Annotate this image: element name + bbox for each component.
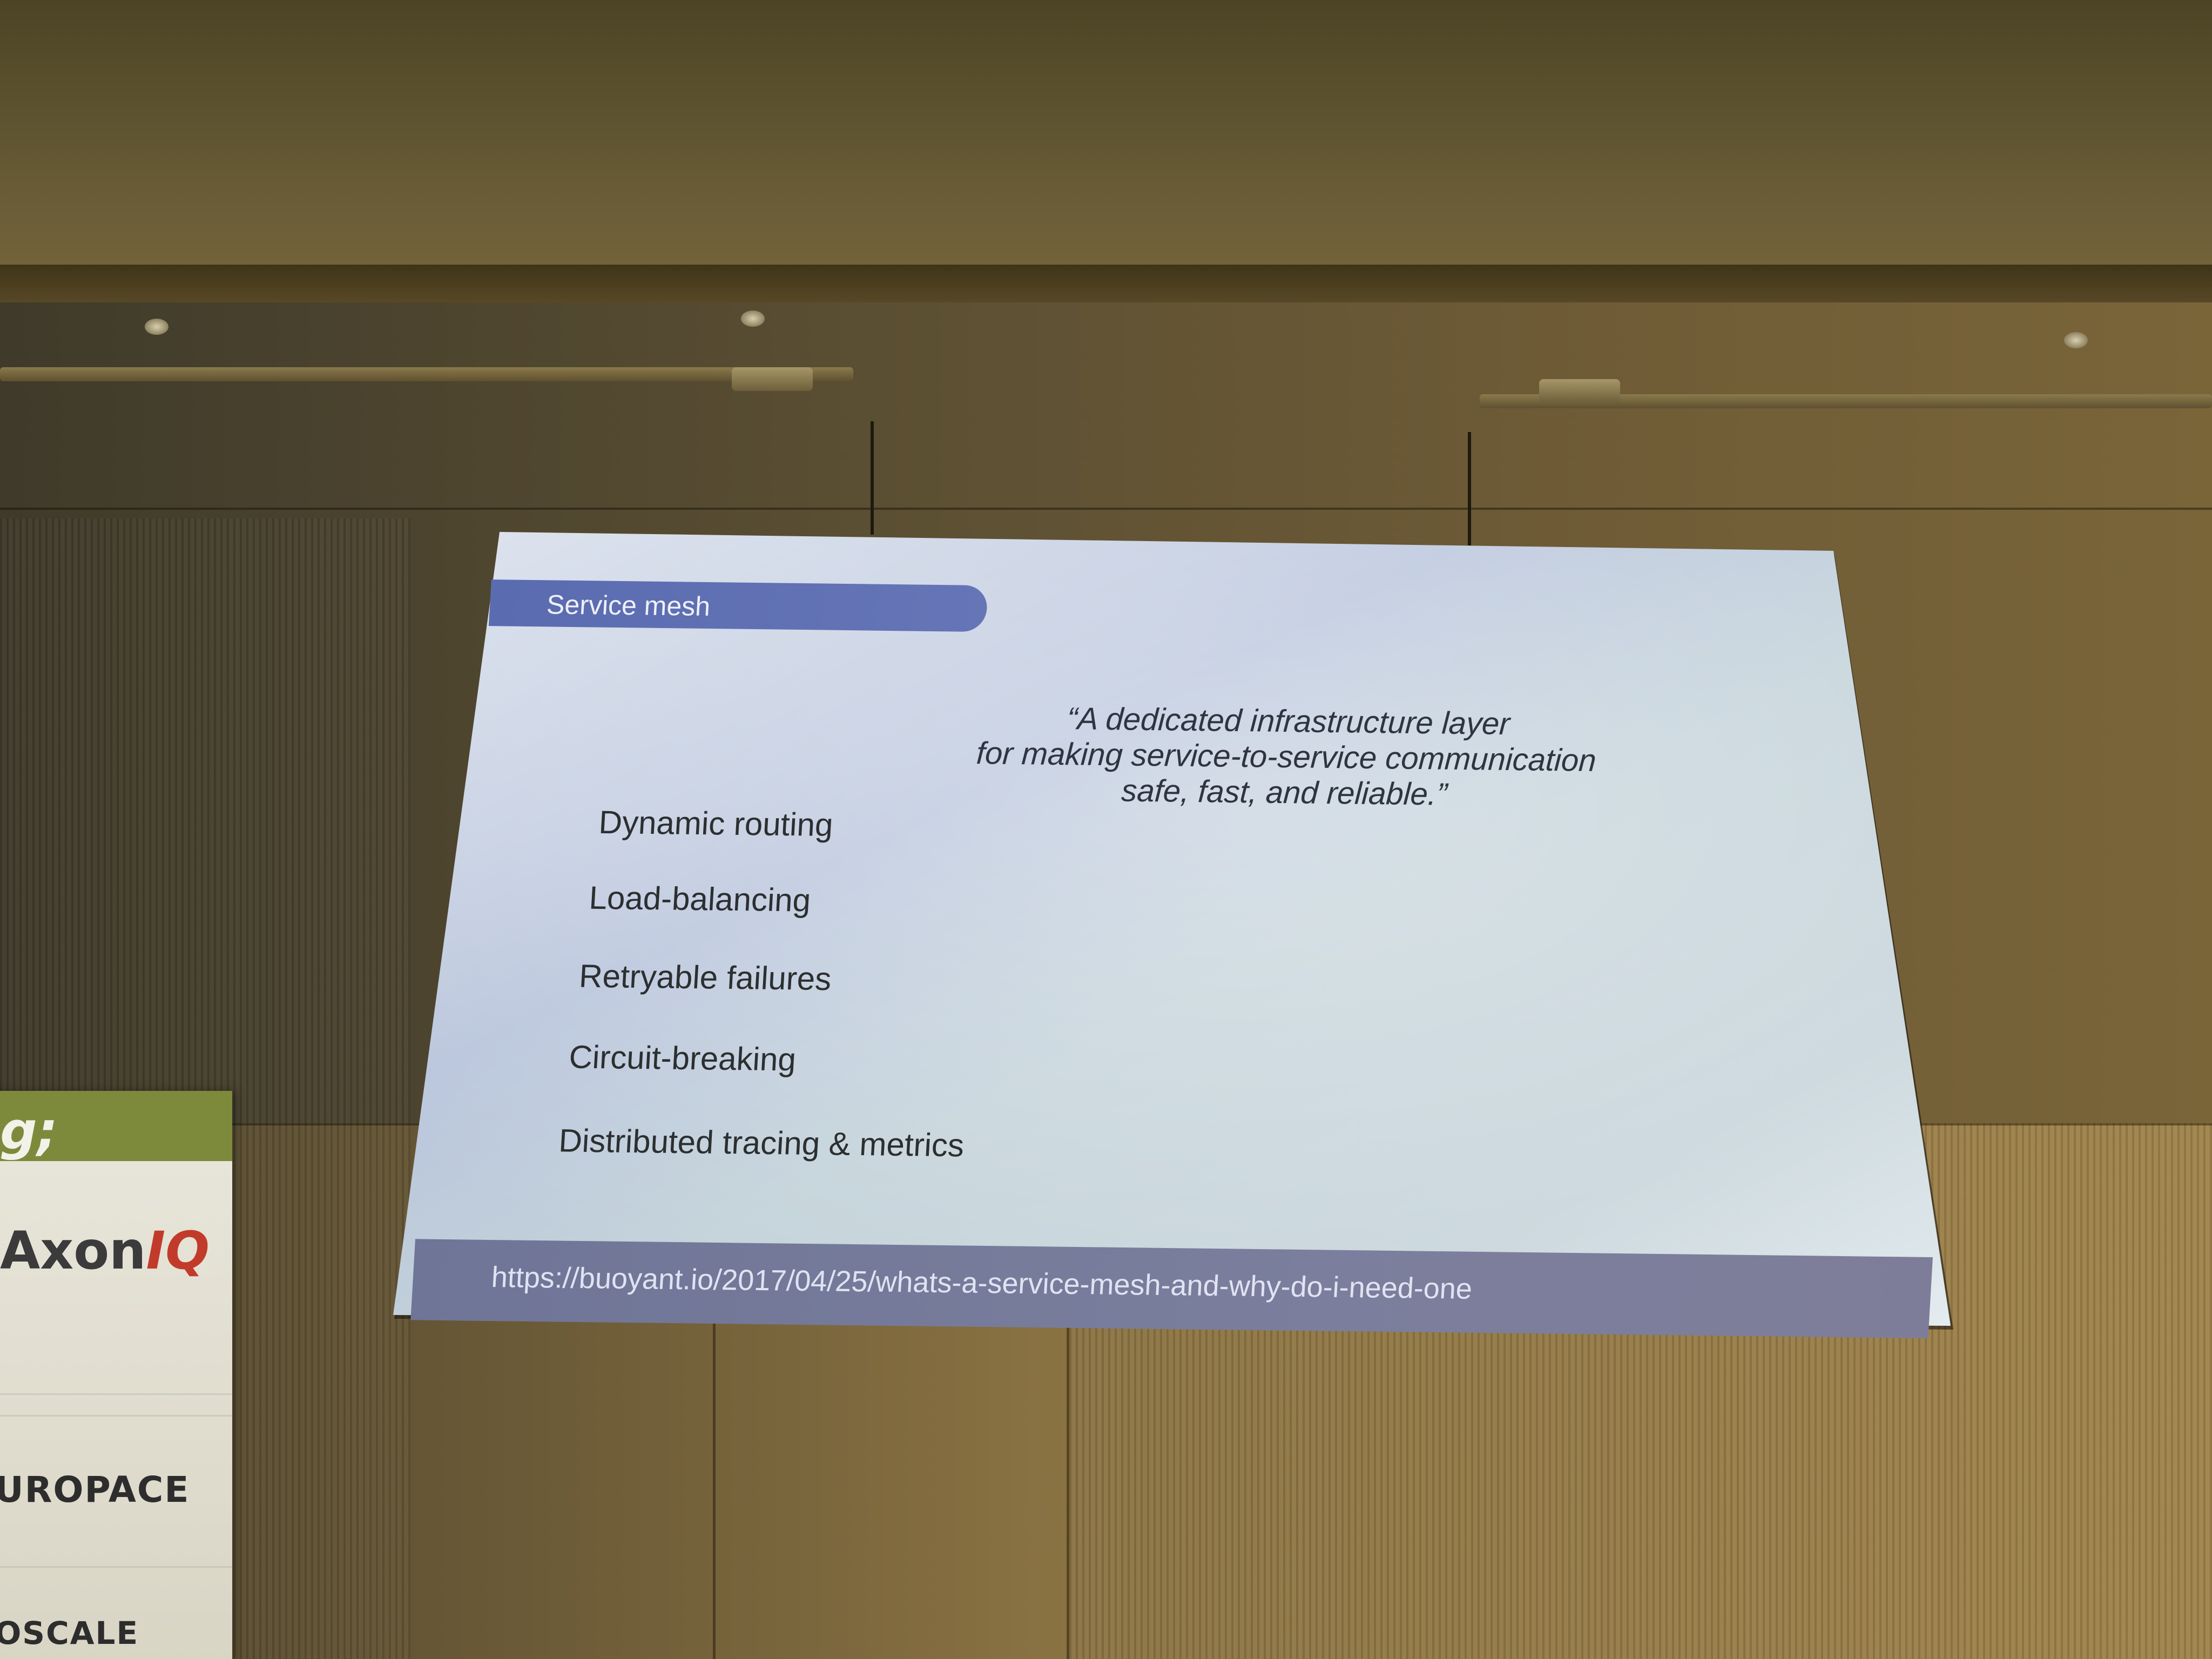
banner-divider — [0, 1393, 232, 1395]
bullet-item: Distributed tracing & metrics — [557, 1122, 965, 1164]
sponsor-logo-oscale: OSCALE — [0, 1615, 139, 1651]
ceiling-edge — [0, 265, 2212, 302]
footer-source-url: https://buoyant.io/2017/04/25/whats-a-se… — [490, 1261, 1473, 1305]
screen-suspension-wire — [871, 421, 874, 535]
banner-header: g; — [0, 1091, 232, 1161]
presentation-slide: Service mesh “A dedicated infrastructure… — [410, 532, 1933, 1354]
slide-footer: https://buoyant.io/2017/04/25/whats-a-se… — [410, 1239, 1933, 1338]
screen-suspension-wire — [1468, 432, 1471, 545]
ceiling-light — [2064, 332, 2088, 348]
sponsor-logo-axoniq: AxonIQ — [0, 1220, 210, 1281]
sponsor-axon-suffix: IQ — [146, 1220, 210, 1281]
bullet-item: Circuit-breaking — [568, 1038, 797, 1078]
ceiling-light — [145, 319, 168, 335]
slide-title: Service mesh — [545, 589, 711, 622]
ceiling-light — [741, 311, 765, 327]
mount-bracket — [732, 367, 813, 391]
slide-title-bar: Service mesh — [488, 579, 988, 632]
bullet-item: Retryable failures — [578, 957, 833, 997]
ceiling-rail — [0, 367, 853, 381]
bullet-item: Load-balancing — [588, 879, 812, 919]
sponsor-banner: g; AxonIQ UROPACE OSCALE — [0, 1091, 232, 1659]
ceiling — [0, 0, 2212, 292]
bullet-item: Dynamic routing — [598, 804, 834, 844]
mount-bracket — [1539, 379, 1620, 403]
banner-divider — [0, 1566, 232, 1568]
sponsor-logo-europace: UROPACE — [0, 1469, 190, 1510]
banner-header-text: g; — [0, 1101, 58, 1161]
wall-seam — [0, 508, 2212, 510]
slide-quote: “A dedicated infrastructure layer for ma… — [743, 697, 1829, 817]
sponsor-axon-prefix: Axon — [0, 1220, 146, 1281]
banner-divider — [0, 1415, 232, 1417]
